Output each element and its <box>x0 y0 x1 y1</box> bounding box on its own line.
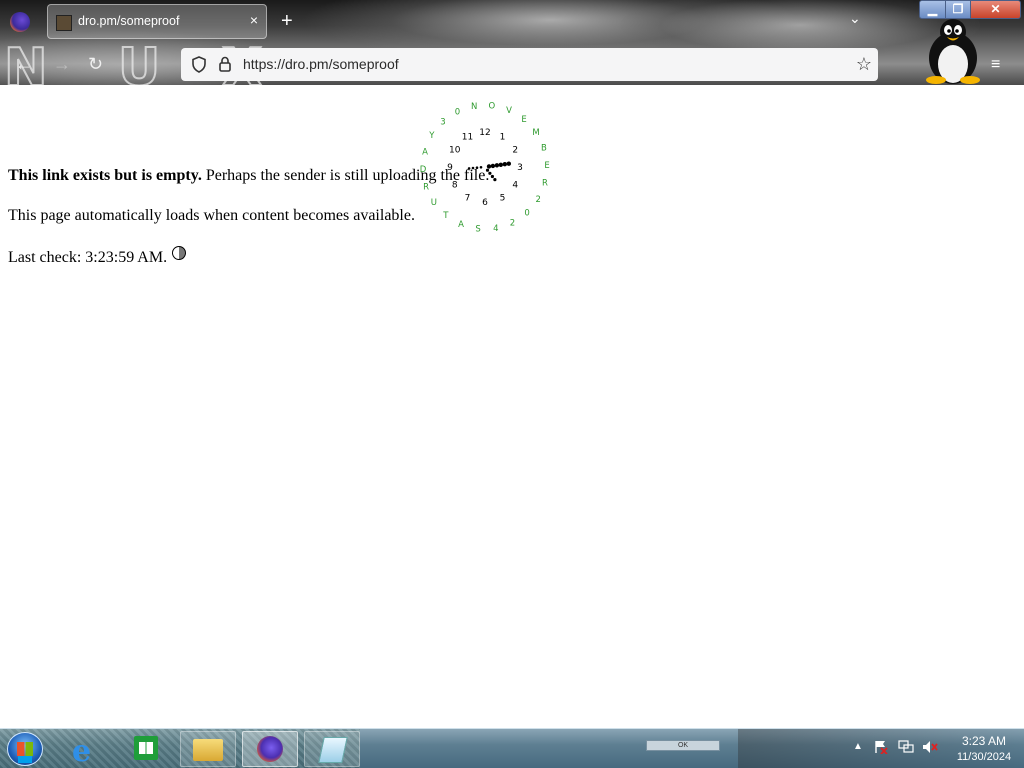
maximize-button[interactable]: ❐ <box>945 0 971 19</box>
clock-date-letter: Y <box>428 131 435 141</box>
clock-date-letter: B <box>541 144 547 154</box>
taskbar-toolbar-box[interactable]: OK <box>646 740 720 751</box>
loading-spinner-icon <box>172 246 187 260</box>
clock-date-letter: E <box>544 161 549 171</box>
close-window-button[interactable]: ✕ <box>970 0 1021 19</box>
clock-date-letter: 0 <box>524 209 529 219</box>
tab-list-chevron-icon[interactable]: ⌄ <box>849 10 861 27</box>
clock-hand-dot <box>490 174 494 179</box>
clock-hour-label: 1 <box>500 133 506 143</box>
clock-hand-dot <box>490 163 496 169</box>
firefox-icon <box>257 736 283 762</box>
lock-icon[interactable] <box>217 55 233 73</box>
clock-hour-label: 12 <box>479 128 490 138</box>
taskbar-time[interactable]: 3:23 AM <box>954 734 1014 748</box>
clock-hour-label: 7 <box>465 193 471 203</box>
browser-chrome: N U X dro.pm/someproof × + ⌄ ▁ ❐ ✕ ← → ↻ <box>0 0 1024 85</box>
empty-link-heading: This link exists but is empty. <box>8 167 202 184</box>
clock-date-letter: N <box>471 102 477 112</box>
volume-muted-icon[interactable] <box>922 740 938 754</box>
clock-date-letter: 0 <box>455 107 460 117</box>
clock-date-letter: U <box>431 198 437 208</box>
last-check-time: 3:23:59 AM. <box>85 249 168 266</box>
autoload-note: This page automatically loads when conte… <box>8 207 415 224</box>
address-bar[interactable]: https://dro.pm/someproof ☆ <box>181 48 878 81</box>
clock-date-letter: E <box>521 115 526 125</box>
tab-active[interactable]: dro.pm/someproof × <box>47 4 267 39</box>
start-button[interactable] <box>7 732 43 766</box>
taskbar-internet-explorer[interactable]: e <box>58 731 114 768</box>
tab-close-icon[interactable]: × <box>250 12 258 28</box>
clock-date-letter: A <box>458 220 464 230</box>
action-center-flag-icon[interactable] <box>874 740 888 754</box>
clock-hour-label: 4 <box>512 181 518 191</box>
clock-hand-dot <box>493 178 497 182</box>
system-tray: ▲ 3:23 AM 11/30/2024 <box>738 729 1024 768</box>
taskbar-store[interactable] <box>118 731 174 767</box>
clock-hand-dot <box>506 161 511 166</box>
internet-explorer-icon: e <box>72 734 92 768</box>
clock-hand-dot <box>498 162 503 167</box>
tracking-protection-shield-icon[interactable] <box>191 56 207 73</box>
clock-date-letter: T <box>442 211 449 221</box>
clock-hour-label: 10 <box>449 146 461 156</box>
taskbar-file-explorer[interactable] <box>180 731 236 767</box>
last-check-line: Last check: 3:23:59 AM. <box>8 246 187 267</box>
window-controls: ▁ ❐ ✕ <box>919 0 1021 20</box>
taskbar-date[interactable]: 11/30/2024 <box>948 751 1020 763</box>
clock-date-letter: 4 <box>493 224 498 234</box>
status-message: This link exists but is empty. Perhaps t… <box>8 167 489 185</box>
clock-hour-label: 5 <box>500 193 506 203</box>
uploading-note: Perhaps the sender is still uploading th… <box>201 167 490 184</box>
back-button[interactable]: ← <box>15 54 33 75</box>
network-icon[interactable] <box>898 740 914 754</box>
store-icon <box>134 736 158 760</box>
clock-date-letter: M <box>532 128 539 138</box>
wallpaper-letter-u: U <box>117 37 163 85</box>
show-hidden-icons-button[interactable]: ▲ <box>853 741 863 752</box>
clock-hour-label: 2 <box>512 146 518 156</box>
clock-date-letter: R <box>542 179 548 189</box>
minimize-button[interactable]: ▁ <box>919 0 946 19</box>
clock-hour-label: 11 <box>462 133 473 143</box>
taskbar: e OK ▲ 3:23 AM 11/30/2024 <box>0 728 1024 768</box>
taskbar-notes[interactable] <box>304 731 360 767</box>
firefox-view-icon[interactable] <box>10 12 30 32</box>
clock-hand-dot <box>494 163 500 168</box>
hamburger-menu-icon[interactable]: ≡ <box>991 56 1000 74</box>
clock-date-letter: O <box>489 101 496 111</box>
url-text[interactable]: https://dro.pm/someproof <box>243 56 399 72</box>
folder-icon <box>193 739 223 761</box>
tab-favicon-icon <box>56 15 72 31</box>
reload-button[interactable]: ↻ <box>88 54 103 75</box>
clock-hand-dot <box>502 162 507 167</box>
forward-button[interactable]: → <box>53 54 71 75</box>
clock-date-letter: A <box>422 147 428 157</box>
windows-logo-icon <box>17 742 33 756</box>
tux-penguin-icon <box>926 19 980 84</box>
bookmark-star-icon[interactable]: ☆ <box>856 54 872 75</box>
clock-date-letter: 3 <box>440 118 445 128</box>
clock-hour-label: 3 <box>517 163 523 173</box>
new-tab-button[interactable]: + <box>281 8 293 34</box>
clock-date-letter: 2 <box>510 219 515 229</box>
last-check-label: Last check: <box>8 249 86 266</box>
taskbar-firefox[interactable] <box>242 731 298 767</box>
clock-date-letter: 2 <box>535 195 540 205</box>
tab-title: dro.pm/someproof <box>78 14 180 28</box>
clock-hour-label: 6 <box>482 198 488 208</box>
notepad-icon <box>318 737 348 763</box>
page-content: 12 1 2 3 4 5 6 7 8 9 10 11 N O V E M B E R 2 0 2 4 S A T U R D A Y 3 0 Th… <box>0 85 1024 728</box>
clock-date-letter: V <box>506 106 512 116</box>
clock-date-letter: S <box>475 225 480 235</box>
